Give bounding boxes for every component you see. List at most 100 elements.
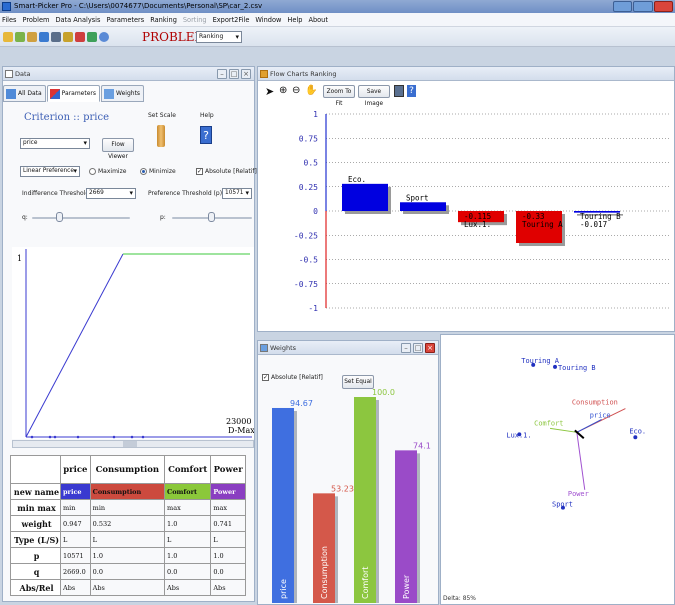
help-icon[interactable]: ?	[200, 126, 212, 144]
tab-weights[interactable]: Weights	[101, 85, 145, 102]
chart-icon[interactable]	[39, 32, 49, 42]
table-cell[interactable]: 0.0	[164, 563, 212, 580]
table-cell[interactable]: Abs	[89, 579, 166, 596]
panel-minimize-button[interactable]: –	[401, 343, 411, 353]
problem-value: Ranking	[199, 33, 224, 40]
table-cell[interactable]: 2669.0	[60, 563, 91, 580]
plot-x-max-label: 23000	[226, 417, 251, 426]
zoom-out-icon[interactable]: ⊖	[292, 85, 300, 96]
table-cell[interactable]: Comfort	[164, 483, 212, 500]
globe-icon[interactable]	[99, 32, 109, 42]
preference-input[interactable]: 10571	[222, 188, 252, 199]
menu-export2file[interactable]: Export2File	[213, 16, 250, 24]
tab-parameters[interactable]: Parameters	[46, 85, 101, 102]
minimize-radio[interactable]	[140, 168, 147, 175]
table-cell[interactable]: L	[89, 531, 166, 548]
table-cell[interactable]: Abs	[210, 579, 246, 596]
horizontal-scrollbar[interactable]	[12, 440, 254, 448]
column-header[interactable]: Power	[210, 455, 246, 484]
touring-b-point[interactable]	[553, 364, 558, 369]
pan-hand-icon[interactable]: ✋	[305, 85, 317, 96]
weight-value-label: 53.23	[331, 484, 354, 493]
refresh-icon[interactable]	[87, 32, 97, 42]
menu-about[interactable]: About	[308, 16, 328, 24]
maximize-radio[interactable]	[89, 168, 96, 175]
table-cell[interactable]: L	[210, 531, 246, 548]
print-icon[interactable]	[394, 85, 404, 97]
p-slider-thumb[interactable]	[208, 212, 215, 222]
table-cell[interactable]: Consumption	[89, 483, 166, 500]
scrollbar-thumb[interactable]	[123, 441, 137, 447]
zoom-in-icon[interactable]: ⊕	[279, 85, 287, 96]
panel-maximize-button[interactable]: □	[413, 343, 423, 353]
menu-problem[interactable]: Problem	[22, 16, 49, 24]
panel-close-button[interactable]: ×	[425, 343, 435, 353]
table-cell[interactable]: 0.947	[60, 515, 91, 532]
minimize-window-button[interactable]	[613, 1, 633, 12]
table-cell[interactable]: max	[164, 499, 212, 516]
ranking-icon[interactable]	[63, 32, 73, 42]
weights-panel-titlebar: Weights – □ ×	[258, 341, 438, 355]
table-cell[interactable]: Abs	[60, 579, 91, 596]
tab-all-data[interactable]: All Data	[3, 85, 46, 102]
column-header[interactable]: Consumption	[89, 455, 166, 484]
table-cell[interactable]: min	[89, 499, 166, 516]
menu-sorting[interactable]: Sorting	[183, 16, 207, 24]
column-header[interactable]: Comfort	[164, 455, 212, 484]
indifference-input[interactable]: 2669	[86, 188, 136, 199]
scale-icon[interactable]	[157, 125, 165, 147]
q-slider-thumb[interactable]	[56, 212, 63, 222]
menu-help[interactable]: Help	[287, 16, 302, 24]
menu-window[interactable]: Window	[255, 16, 281, 24]
maximize-window-button[interactable]	[633, 1, 653, 12]
zoom-to-fit-button[interactable]: Zoom To Fit	[323, 85, 355, 107]
preference-function-plot: 1 23000 D-Max	[12, 247, 254, 439]
save-image-button[interactable]: Save Image	[358, 85, 390, 107]
table-cell[interactable]: Power	[210, 483, 246, 500]
table-cell[interactable]: 0.532	[89, 515, 166, 532]
new-icon[interactable]	[15, 32, 25, 42]
panel-close-button[interactable]: ×	[241, 69, 251, 79]
table-cell[interactable]: L	[60, 531, 91, 548]
power-vector	[576, 432, 586, 490]
table-cell[interactable]: 1.0	[210, 547, 246, 564]
column-header[interactable]: price	[60, 455, 91, 484]
open-folder-icon[interactable]	[3, 32, 13, 42]
menu-ranking[interactable]: Ranking	[150, 16, 177, 24]
table-cell[interactable]: 1.0	[89, 547, 166, 564]
bars-icon[interactable]	[51, 32, 61, 42]
table-cell[interactable]: 0.741	[210, 515, 246, 532]
help-label: Help	[200, 112, 214, 119]
table-cell[interactable]: 10571	[60, 547, 91, 564]
table-cell[interactable]: 0.0	[89, 563, 166, 580]
panel-maximize-button[interactable]: □	[229, 69, 239, 79]
table-cell[interactable]: L	[164, 531, 212, 548]
table-cell[interactable]: max	[210, 499, 246, 516]
menu-files[interactable]: Files	[2, 16, 16, 24]
table-cell[interactable]: 1.0	[164, 547, 212, 564]
menu-parameters[interactable]: Parameters	[106, 16, 144, 24]
q-slider-track[interactable]	[32, 217, 130, 219]
problem-select[interactable]: Ranking	[196, 31, 242, 43]
tools-icon[interactable]	[27, 32, 37, 42]
criterion-select[interactable]: price	[20, 138, 90, 149]
flow-viewer-button[interactable]: Flow Viewer	[102, 138, 134, 160]
pointer-icon[interactable]: ➤	[265, 86, 274, 97]
table-cell[interactable]: min	[60, 499, 91, 516]
menu-data-analysis[interactable]: Data Analysis	[55, 16, 100, 24]
target-icon[interactable]	[75, 32, 85, 42]
panel-minimize-button[interactable]: –	[217, 69, 227, 79]
table-corner	[10, 455, 61, 484]
eco-point[interactable]	[633, 435, 638, 440]
table-cell[interactable]: Abs	[164, 579, 212, 596]
absolute-checkbox[interactable]: ✓	[196, 168, 203, 175]
table-cell[interactable]: 1.0	[164, 515, 212, 532]
row-header: Type (L/S)	[10, 531, 61, 548]
lux1-label: Lux.1.	[506, 431, 531, 439]
close-window-button[interactable]	[653, 1, 673, 12]
preference-function-select[interactable]: Linear Preference	[20, 166, 80, 177]
table-header-row: price Consumption Comfort Power	[10, 455, 246, 484]
table-cell[interactable]: price	[60, 483, 91, 500]
help-icon[interactable]: ?	[407, 85, 416, 97]
table-cell[interactable]: 0.0	[210, 563, 246, 580]
